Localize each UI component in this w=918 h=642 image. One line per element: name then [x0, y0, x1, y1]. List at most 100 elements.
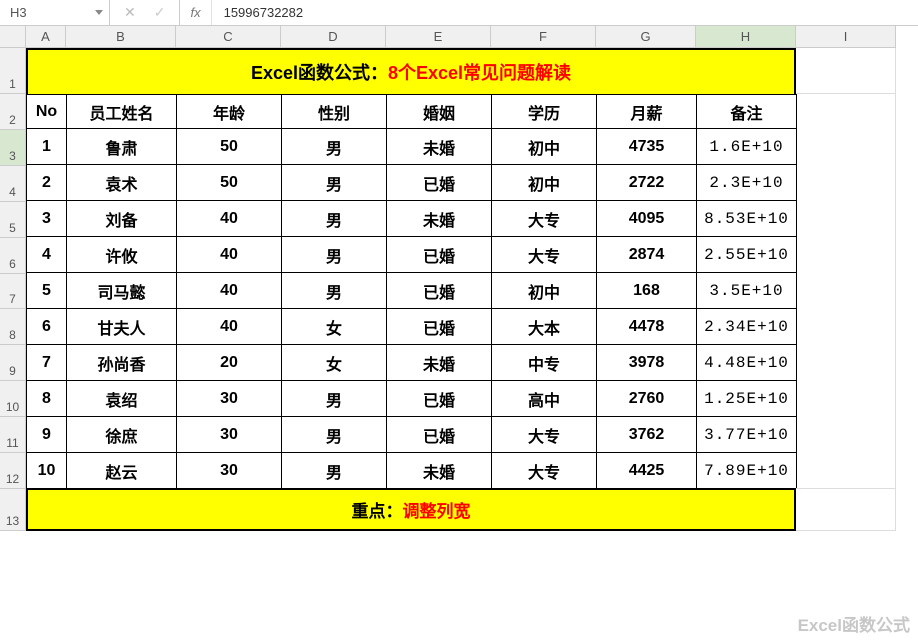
name-box[interactable]: H3 — [0, 0, 110, 25]
select-all-corner[interactable] — [0, 26, 26, 48]
cell-edu[interactable]: 大专 — [492, 237, 597, 273]
title-banner[interactable]: Excel函数公式： 8个Excel常见问题解读 — [26, 48, 796, 94]
cell-sex[interactable]: 男 — [282, 273, 387, 309]
row-header-4[interactable]: 4 — [0, 166, 26, 202]
cell-mar[interactable]: 已婚 — [387, 237, 492, 273]
cell-edu[interactable]: 大本 — [492, 309, 597, 345]
footer-banner[interactable]: 重点： 调整列宽 — [26, 489, 796, 531]
cell-sal[interactable]: 4735 — [597, 129, 697, 165]
header-salary[interactable]: 月薪 — [597, 95, 697, 129]
cell-mar[interactable]: 已婚 — [387, 309, 492, 345]
cell-sal[interactable]: 3978 — [597, 345, 697, 381]
cell-age[interactable]: 30 — [177, 417, 282, 453]
col-header-G[interactable]: G — [596, 26, 696, 48]
cell-sal[interactable]: 2722 — [597, 165, 697, 201]
row-header-9[interactable]: 9 — [0, 345, 26, 381]
cell-sex[interactable]: 男 — [282, 237, 387, 273]
row-header-13[interactable]: 13 — [0, 489, 26, 531]
header-age[interactable]: 年龄 — [177, 95, 282, 129]
col-header-D[interactable]: D — [281, 26, 386, 48]
header-education[interactable]: 学历 — [492, 95, 597, 129]
cell-rem[interactable]: 1.6E+10 — [697, 129, 797, 165]
cell-I-range[interactable] — [796, 94, 896, 489]
cell-name[interactable]: 刘备 — [67, 201, 177, 237]
row-header-11[interactable]: 11 — [0, 417, 26, 453]
fx-button[interactable]: fx — [180, 0, 211, 25]
cell-mar[interactable]: 未婚 — [387, 201, 492, 237]
cell-sal[interactable]: 168 — [597, 273, 697, 309]
cell-mar[interactable]: 已婚 — [387, 165, 492, 201]
cell-no[interactable]: 2 — [27, 165, 67, 201]
row-header-2[interactable]: 2 — [0, 94, 26, 130]
cell-edu[interactable]: 高中 — [492, 381, 597, 417]
cell-edu[interactable]: 中专 — [492, 345, 597, 381]
cell-name[interactable]: 甘夫人 — [67, 309, 177, 345]
col-header-F[interactable]: F — [491, 26, 596, 48]
cell-name[interactable]: 赵云 — [67, 453, 177, 489]
cell-name[interactable]: 司马懿 — [67, 273, 177, 309]
cell-sal[interactable]: 3762 — [597, 417, 697, 453]
cell-age[interactable]: 40 — [177, 237, 282, 273]
cell-age[interactable]: 20 — [177, 345, 282, 381]
cell-no[interactable]: 7 — [27, 345, 67, 381]
cell-mar[interactable]: 未婚 — [387, 345, 492, 381]
cell-no[interactable]: 8 — [27, 381, 67, 417]
cell-rem[interactable]: 4.48E+10 — [697, 345, 797, 381]
cell-I1[interactable] — [796, 48, 896, 94]
cell-rem[interactable]: 3.5E+10 — [697, 273, 797, 309]
cell-age[interactable]: 50 — [177, 165, 282, 201]
row-header-8[interactable]: 8 — [0, 309, 26, 345]
cell-edu[interactable]: 初中 — [492, 273, 597, 309]
cell-sex[interactable]: 女 — [282, 309, 387, 345]
cell-edu[interactable]: 初中 — [492, 165, 597, 201]
row-header-1[interactable]: 1 — [0, 48, 26, 94]
cell-mar[interactable]: 已婚 — [387, 273, 492, 309]
cell-sex[interactable]: 男 — [282, 381, 387, 417]
cell-edu[interactable]: 大专 — [492, 453, 597, 489]
cell-age[interactable]: 40 — [177, 273, 282, 309]
cell-sal[interactable]: 4095 — [597, 201, 697, 237]
cell-mar[interactable]: 未婚 — [387, 129, 492, 165]
cell-no[interactable]: 4 — [27, 237, 67, 273]
cell-rem[interactable]: 8.53E+10 — [697, 201, 797, 237]
cell-rem[interactable]: 2.3E+10 — [697, 165, 797, 201]
col-header-I[interactable]: I — [796, 26, 896, 48]
cell-edu[interactable]: 初中 — [492, 129, 597, 165]
cell-name[interactable]: 许攸 — [67, 237, 177, 273]
col-header-C[interactable]: C — [176, 26, 281, 48]
cell-sex[interactable]: 男 — [282, 417, 387, 453]
header-remark[interactable]: 备注 — [697, 95, 797, 129]
row-header-6[interactable]: 6 — [0, 238, 26, 274]
col-header-A[interactable]: A — [26, 26, 66, 48]
cell-name[interactable]: 袁术 — [67, 165, 177, 201]
row-header-5[interactable]: 5 — [0, 202, 26, 238]
cell-age[interactable]: 50 — [177, 129, 282, 165]
cell-no[interactable]: 5 — [27, 273, 67, 309]
header-marriage[interactable]: 婚姻 — [387, 95, 492, 129]
cell-no[interactable]: 1 — [27, 129, 67, 165]
cell-rem[interactable]: 1.25E+10 — [697, 381, 797, 417]
cell-rem[interactable]: 2.55E+10 — [697, 237, 797, 273]
cell-no[interactable]: 10 — [27, 453, 67, 489]
row-header-7[interactable]: 7 — [0, 274, 26, 310]
cell-mar[interactable]: 未婚 — [387, 453, 492, 489]
cell-name[interactable]: 鲁肃 — [67, 129, 177, 165]
cell-rem[interactable]: 7.89E+10 — [697, 453, 797, 489]
cell-sal[interactable]: 4478 — [597, 309, 697, 345]
cell-mar[interactable]: 已婚 — [387, 381, 492, 417]
row-header-10[interactable]: 10 — [0, 381, 26, 417]
cell-name[interactable]: 徐庶 — [67, 417, 177, 453]
cell-sal[interactable]: 2760 — [597, 381, 697, 417]
cell-edu[interactable]: 大专 — [492, 417, 597, 453]
cell-no[interactable]: 9 — [27, 417, 67, 453]
cell-sal[interactable]: 4425 — [597, 453, 697, 489]
cell-name[interactable]: 孙尚香 — [67, 345, 177, 381]
cell-no[interactable]: 6 — [27, 309, 67, 345]
cell-sex[interactable]: 男 — [282, 453, 387, 489]
cell-age[interactable]: 30 — [177, 381, 282, 417]
header-name[interactable]: 员工姓名 — [67, 95, 177, 129]
cell-sex[interactable]: 男 — [282, 129, 387, 165]
header-no[interactable]: No — [27, 95, 67, 129]
col-header-E[interactable]: E — [386, 26, 491, 48]
cell-age[interactable]: 40 — [177, 309, 282, 345]
